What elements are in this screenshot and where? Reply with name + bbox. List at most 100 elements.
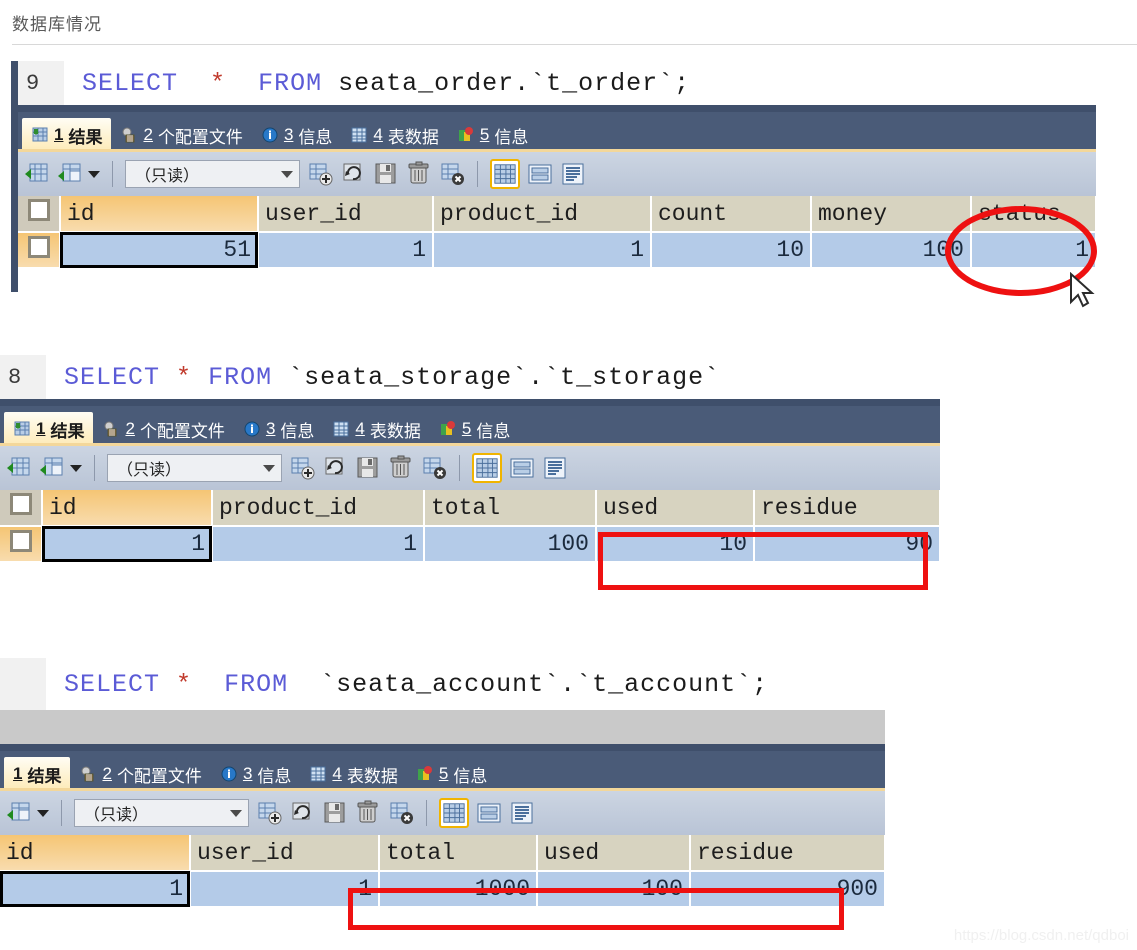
view-grid-icon[interactable] xyxy=(439,798,469,828)
cell-id[interactable]: 1 xyxy=(0,871,191,908)
save-record-icon[interactable] xyxy=(373,161,399,187)
column-header-residue[interactable]: residue xyxy=(690,835,886,872)
add-record-icon[interactable] xyxy=(289,455,315,481)
column-header-id[interactable]: id xyxy=(0,835,191,872)
delete-record-icon[interactable] xyxy=(355,800,381,826)
grid-export-icon[interactable] xyxy=(57,161,83,187)
table-row[interactable]: 1 1 100 10 90 xyxy=(0,526,941,563)
delete-record-icon[interactable] xyxy=(388,455,414,481)
view-text-icon[interactable] xyxy=(560,161,586,187)
cell-total[interactable]: 100 xyxy=(424,526,597,563)
column-header-used[interactable]: used xyxy=(596,490,755,527)
grid-insert-icon[interactable] xyxy=(6,455,32,481)
cancel-record-icon[interactable] xyxy=(388,800,414,826)
cell-user-id[interactable]: 1 xyxy=(190,871,380,908)
result-grid-account[interactable]: id user_id total used residue 1 1 1000 1… xyxy=(0,835,886,908)
column-header-product-id[interactable]: product_id xyxy=(212,490,425,527)
column-header-used[interactable]: used xyxy=(537,835,691,872)
column-header-money[interactable]: money xyxy=(811,196,972,233)
select-all-checkbox[interactable] xyxy=(9,493,32,515)
tab-profiles[interactable]: 2 个配置文件 xyxy=(93,412,233,446)
column-header-user-id[interactable]: user_id xyxy=(258,196,434,233)
tab-result[interactable]: 1 结果 xyxy=(4,412,94,446)
tab-status[interactable]: 5 信息 xyxy=(448,118,537,152)
save-record-icon[interactable] xyxy=(322,800,348,826)
delete-record-icon[interactable] xyxy=(406,161,432,187)
column-header-id[interactable]: id xyxy=(42,490,213,527)
save-record-icon[interactable] xyxy=(355,455,381,481)
sql-line-storage[interactable]: 8 SELECT * FROM `seata_storage`.`t_stora… xyxy=(0,355,940,399)
cancel-record-icon[interactable] xyxy=(421,455,447,481)
tab-result[interactable]: 1 结果 xyxy=(22,118,112,152)
add-record-icon[interactable] xyxy=(256,800,282,826)
column-header-status[interactable]: status xyxy=(971,196,1097,233)
row-checkbox[interactable] xyxy=(9,529,32,552)
readonly-select[interactable]: （只读） xyxy=(74,799,249,827)
readonly-select[interactable]: （只读） xyxy=(107,454,282,482)
refresh-record-icon[interactable] xyxy=(340,161,366,187)
tab-status[interactable]: 5 信息 xyxy=(407,757,496,791)
grid-insert-icon[interactable] xyxy=(24,161,50,187)
tab-info[interactable]: 3 信息 xyxy=(234,412,323,446)
column-header-total[interactable]: total xyxy=(379,835,538,872)
readonly-select[interactable]: （只读） xyxy=(125,160,300,188)
view-form-icon[interactable] xyxy=(476,800,502,826)
cancel-record-icon[interactable] xyxy=(439,161,465,187)
column-header-count[interactable]: count xyxy=(651,196,812,233)
cell-id[interactable]: 1 xyxy=(42,526,213,563)
table-row[interactable]: 1 1 1000 100 900 xyxy=(0,871,886,908)
view-text-icon[interactable] xyxy=(509,800,535,826)
dropdown-caret-icon[interactable] xyxy=(88,170,100,178)
refresh-record-icon[interactable] xyxy=(322,455,348,481)
cell-used[interactable]: 10 xyxy=(596,526,755,563)
cell-user-id[interactable]: 1 xyxy=(258,232,434,269)
column-header-id[interactable]: id xyxy=(60,196,259,233)
grid-export-icon[interactable] xyxy=(39,455,65,481)
cell-used[interactable]: 100 xyxy=(537,871,691,908)
select-all-checkbox[interactable] xyxy=(27,199,50,221)
refresh-record-icon[interactable] xyxy=(289,800,315,826)
cell-total[interactable]: 1000 xyxy=(379,871,538,908)
cell-product-id[interactable]: 1 xyxy=(433,232,652,269)
cell-product-id[interactable]: 1 xyxy=(212,526,425,563)
view-grid-icon[interactable] xyxy=(490,159,520,189)
tab-tabledata[interactable]: 4 表数据 xyxy=(300,757,406,791)
tab-info[interactable]: 3 信息 xyxy=(211,757,300,791)
cell-status[interactable]: 1 xyxy=(971,232,1097,269)
add-record-icon[interactable] xyxy=(307,161,333,187)
sql-line-account[interactable]: SELECT * FROM `seata_account`.`t_account… xyxy=(0,658,885,710)
cell-money[interactable]: 100 xyxy=(811,232,972,269)
cell-residue[interactable]: 900 xyxy=(690,871,886,908)
view-form-icon[interactable] xyxy=(509,455,535,481)
row-checkbox[interactable] xyxy=(27,235,50,258)
cell-residue[interactable]: 90 xyxy=(754,526,941,563)
dropdown-caret-icon[interactable] xyxy=(70,464,82,472)
tab-tabledata[interactable]: 4 表数据 xyxy=(341,118,447,152)
view-grid-icon[interactable] xyxy=(472,453,502,483)
cell-id[interactable]: 51 xyxy=(60,232,259,269)
tab-status[interactable]: 5 信息 xyxy=(430,412,519,446)
column-header-user-id[interactable]: user_id xyxy=(190,835,380,872)
grid-export-icon[interactable] xyxy=(6,800,32,826)
column-header-total[interactable]: total xyxy=(424,490,597,527)
tab-profiles[interactable]: 2 个配置文件 xyxy=(111,118,251,152)
column-header-residue[interactable]: residue xyxy=(754,490,941,527)
cell-count[interactable]: 10 xyxy=(651,232,812,269)
select-all-cell[interactable] xyxy=(0,490,43,527)
sql-line-order[interactable]: 9 SELECT * FROM seata_order.`t_order`; xyxy=(18,61,1096,105)
row-select-cell[interactable] xyxy=(18,232,61,269)
tab-profiles[interactable]: 2 个配置文件 xyxy=(70,757,210,791)
row-select-cell[interactable] xyxy=(0,526,43,563)
tab-info[interactable]: 3 信息 xyxy=(252,118,341,152)
result-grid-order[interactable]: id user_id product_id count money status… xyxy=(18,196,1097,269)
tab-result[interactable]: 1 结果 xyxy=(4,757,71,791)
view-form-icon[interactable] xyxy=(527,161,553,187)
dropdown-caret-icon[interactable] xyxy=(37,809,49,817)
tab-tabledata[interactable]: 4 表数据 xyxy=(323,412,429,446)
select-all-cell[interactable] xyxy=(18,196,61,233)
result-grid-storage[interactable]: id product_id total used residue 1 1 100… xyxy=(0,490,941,563)
view-text-icon[interactable] xyxy=(542,455,568,481)
sql-star: * xyxy=(176,669,193,699)
table-row[interactable]: 51 1 1 10 100 1 xyxy=(18,232,1097,269)
column-header-product-id[interactable]: product_id xyxy=(433,196,652,233)
